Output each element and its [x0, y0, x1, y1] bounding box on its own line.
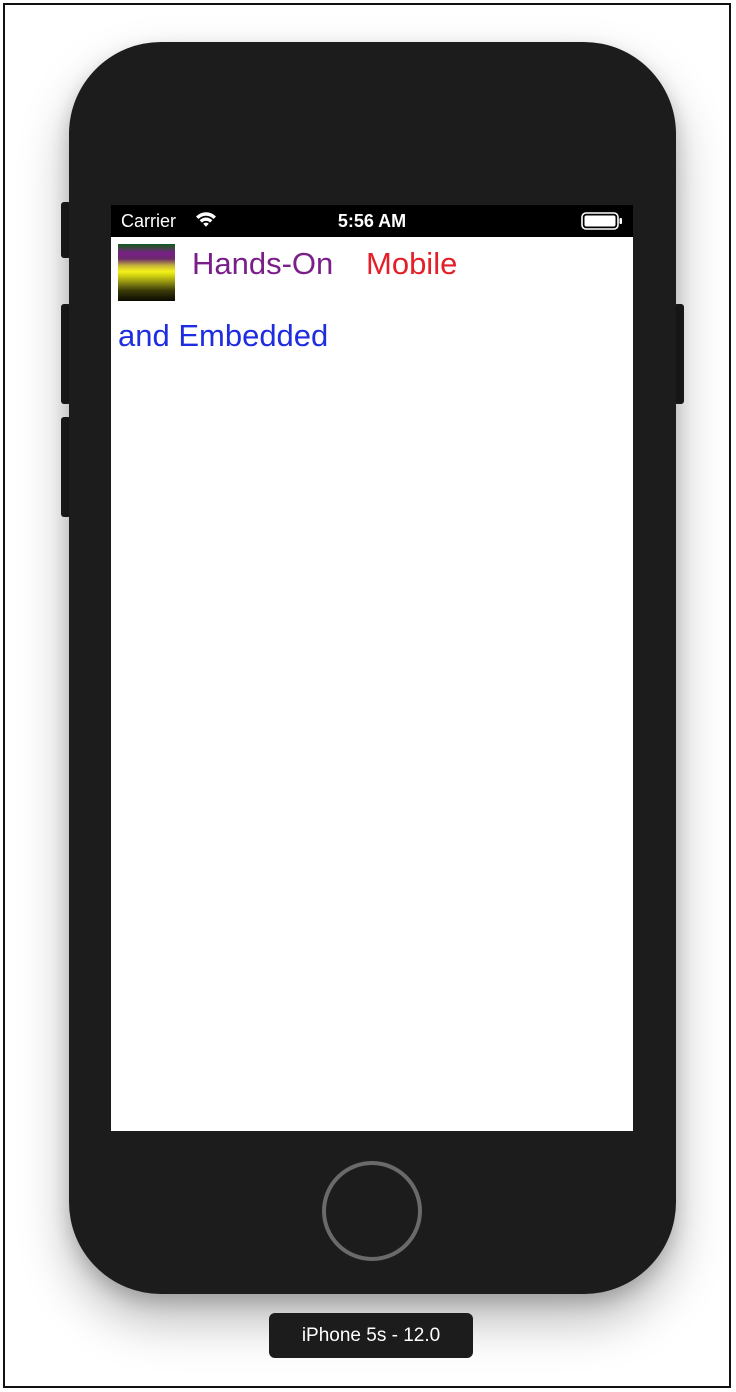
home-button[interactable]: [322, 1161, 422, 1261]
text-and-embedded: and Embedded: [118, 318, 329, 353]
status-bar: Carrier 5:56 AM: [111, 205, 633, 237]
text-mobile: Mobile: [366, 246, 458, 281]
phone-screen: Carrier 5:56 AM Hands-On Mobile and Embe…: [111, 205, 633, 1131]
text-hands-on: Hands-On: [192, 246, 334, 281]
gradient-stripes-image: [118, 244, 175, 301]
battery-full-icon: [581, 212, 622, 230]
status-time: 5:56 AM: [337, 211, 407, 231]
device-label: iPhone 5s - 12.0: [269, 1313, 473, 1358]
